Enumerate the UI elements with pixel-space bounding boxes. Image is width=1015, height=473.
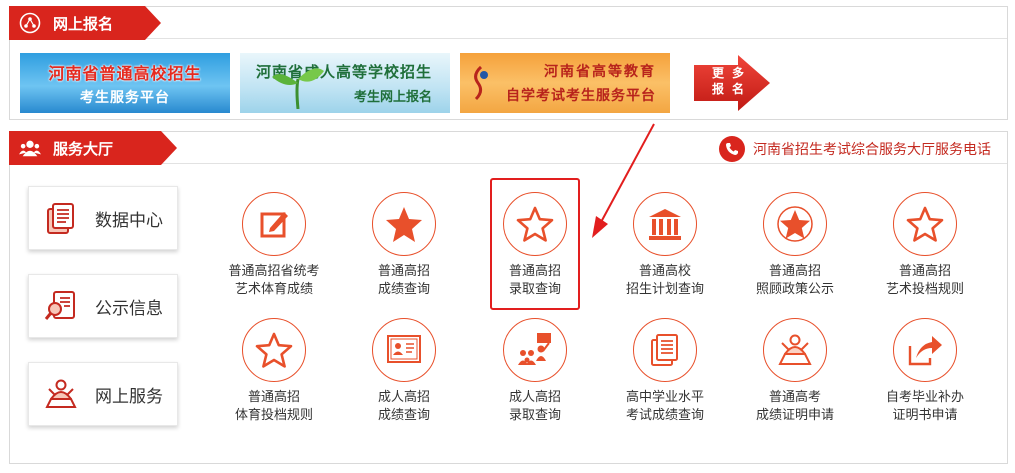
service-label-line2: 考试成绩查询 <box>625 408 704 423</box>
banner-line2: 考生网上报名 <box>353 90 432 105</box>
more-char: 多 <box>731 66 744 80</box>
side-nav-online-service[interactable]: 网上服务 <box>28 362 178 426</box>
person-desk-icon <box>41 374 81 414</box>
side-nav-public-info[interactable]: 公示信息 <box>28 274 178 338</box>
banner-line1: 河南省高等教育 <box>544 64 656 80</box>
service-label-line2: 体育投档规则 <box>234 408 313 423</box>
service-adult-scores[interactable]: 成人高招 成绩查询 <box>342 318 466 428</box>
more-char: 报 <box>711 82 724 96</box>
star-outline-icon <box>893 192 957 256</box>
search-document-icon <box>41 286 81 326</box>
service-label-line2: 成绩证明申请 <box>755 408 834 423</box>
service-hotline[interactable]: 河南省招生考试综合服务大厅服务电话 <box>719 136 991 162</box>
service-art-filing-rules[interactable]: 普通高招艺术投档规则 <box>863 192 987 302</box>
panel-header: 网上报名 <box>9 6 1007 40</box>
online-registration-panel: 网上报名 河南省普通高校招生 考生服务平台 河南省成人高等学校招生 考生网上报名… <box>9 6 1008 120</box>
service-label-line1: 自考毕业补办 <box>885 390 964 405</box>
side-nav-label: 网上服务 <box>95 386 163 407</box>
star-badge-icon <box>763 192 827 256</box>
service-hall-tab: 服务大厅 <box>9 131 177 165</box>
service-label-line2: 艺术体育成绩 <box>234 282 313 297</box>
service-label-line2: 照顾政策公示 <box>755 282 834 297</box>
banner-line1: 河南省普通高校招生 <box>48 63 202 83</box>
service-label-line1: 普通高招 <box>247 390 300 405</box>
service-label-line1: 普通高招 <box>508 264 561 279</box>
service-art-sports-scores[interactable]: 普通高招省统考 艺术体育成绩 <box>212 192 336 302</box>
presentation-icon <box>503 318 567 382</box>
more-char: 更 <box>711 66 724 80</box>
service-label-line2: 招生计划查询 <box>625 282 704 297</box>
panel-title: 网上报名 <box>53 14 114 33</box>
certificate-icon <box>372 318 436 382</box>
service-label-line2: 录取查询 <box>508 282 561 297</box>
users-icon <box>19 137 41 159</box>
service-hall-panel: 服务大厅 河南省招生考试综合服务大厅服务电话 数据中心 公示信息 网上服务 普通 <box>9 131 1008 464</box>
export-arrow-icon <box>893 318 957 382</box>
share-circle-icon <box>19 12 41 34</box>
service-label-line2: 证明书申请 <box>892 408 958 423</box>
edit-note-icon <box>242 192 306 256</box>
service-adult-admission[interactable]: 成人高招 录取查询 <box>473 318 597 428</box>
annotation-arrow-icon <box>592 123 655 238</box>
banner-line2: 考生服务平台 <box>80 89 170 106</box>
service-label-line2: 成绩查询 <box>377 408 430 423</box>
banner-general-college-admission[interactable]: 河南省普通高校招生 考生服务平台 <box>20 53 230 113</box>
document-stack-icon <box>41 198 81 238</box>
service-general-scores[interactable]: 普通高招 成绩查询 <box>342 192 466 302</box>
service-label-line1: 普通高校 <box>638 264 691 279</box>
service-label-line1: 高中学业水平 <box>625 390 704 405</box>
service-label-line1: 普通高考 <box>768 390 821 405</box>
service-label-line1: 普通高招 <box>898 264 951 279</box>
banner-self-study-exam[interactable]: 河南省高等教育 自学考试考生服务平台 <box>460 53 670 113</box>
more-char: 名 <box>731 82 744 96</box>
self-study-logo-icon <box>474 65 488 101</box>
more-registration-button[interactable]: 更 多 报 名 <box>690 53 772 113</box>
service-score-certificate[interactable]: 普通高考成绩证明申请 <box>733 318 857 428</box>
service-label-line1: 成人高招 <box>508 390 561 405</box>
phone-icon <box>719 136 745 162</box>
service-self-study-certificate[interactable]: 自考毕业补办 证明书申请 <box>863 318 987 428</box>
service-general-admission[interactable]: 普通高招 录取查询 <box>473 192 597 302</box>
star-outline-icon <box>503 192 567 256</box>
service-label-line1: 普通高招省统考 <box>228 264 320 279</box>
panel-title: 服务大厅 <box>53 139 114 158</box>
service-preferential-policy[interactable]: 普通高招照顾政策公示 <box>733 192 857 302</box>
service-label-line1: 普通高招 <box>768 264 821 279</box>
service-proficiency-scores[interactable]: 高中学业水平 考试成绩查询 <box>603 318 727 428</box>
side-nav-data-center[interactable]: 数据中心 <box>28 186 178 250</box>
side-nav-label: 数据中心 <box>95 210 163 231</box>
hotline-text: 河南省招生考试综合服务大厅服务电话 <box>753 142 991 158</box>
sprout-icon <box>272 68 324 109</box>
service-label-line1: 成人高招 <box>377 390 430 405</box>
service-sports-filing-rules[interactable]: 普通高招体育投档规则 <box>212 318 336 428</box>
service-label-line1: 普通高招 <box>377 264 430 279</box>
service-label-line2: 艺术投档规则 <box>885 282 964 297</box>
service-label-line2: 录取查询 <box>508 408 561 423</box>
online-registration-tab: 网上报名 <box>9 6 161 40</box>
document-stack-icon <box>633 318 697 382</box>
service-label-line2: 成绩查询 <box>377 282 430 297</box>
star-outline-icon <box>242 318 306 382</box>
banner-adult-college-admission[interactable]: 河南省成人高等学校招生 考生网上报名 <box>240 53 450 113</box>
side-nav-label: 公示信息 <box>95 298 163 319</box>
person-desk-icon <box>763 318 827 382</box>
panel-header: 服务大厅 河南省招生考试综合服务大厅服务电话 <box>9 131 1007 165</box>
banner-line2: 自学考试考生服务平台 <box>506 88 656 104</box>
star-filled-icon <box>372 192 436 256</box>
